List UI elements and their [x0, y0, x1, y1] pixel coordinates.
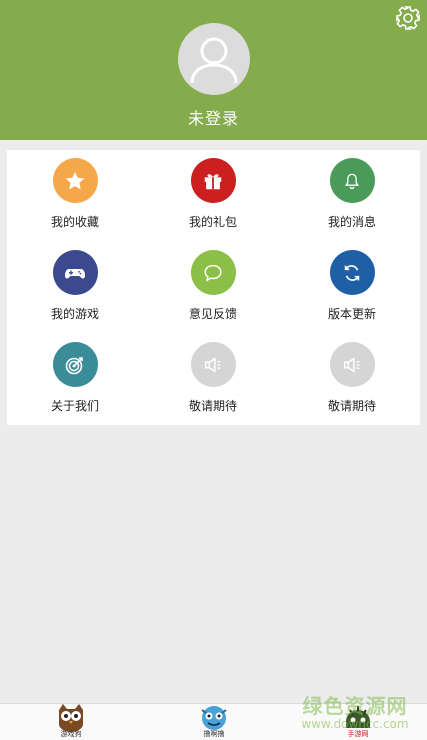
gift-icon [190, 158, 236, 203]
menu-item-label: 敬请期待 [188, 399, 237, 413]
chat-bubble-icon [190, 250, 236, 295]
blue-mascot-icon [201, 706, 227, 730]
tab-youxigou[interactable]: 游戏狗 [51, 704, 91, 740]
login-status[interactable]: 未登录 [0, 105, 427, 129]
menu-grid: 我的收藏 我的礼包 我的消息 我的游戏 意见反馈 版本更新 关于我们 敬请期待 … [7, 150, 420, 425]
bell-icon [329, 158, 375, 203]
refresh-icon [329, 250, 375, 295]
profile-header: 未登录 [0, 0, 427, 140]
bottom-tab-bar: 游戏狗 撸啊撸 手游网 [0, 703, 427, 740]
menu-item-label: 意见反馈 [188, 307, 237, 321]
target-icon [52, 342, 98, 387]
menu-item-games[interactable]: 我的游戏 [15, 250, 135, 338]
owl-mascot-icon [59, 704, 83, 732]
menu-item-about[interactable]: 关于我们 [15, 342, 135, 430]
avatar[interactable] [178, 23, 250, 95]
user-silhouette-icon [190, 37, 238, 84]
speaker-icon [190, 342, 236, 387]
menu-item-gifts[interactable]: 我的礼包 [153, 158, 273, 246]
tab-shouyouwang[interactable]: 手游网 [338, 704, 378, 740]
menu-item-coming-soon[interactable]: 敬请期待 [153, 342, 273, 430]
tab-label: 手游网 [347, 730, 369, 738]
menu-item-feedback[interactable]: 意见反馈 [153, 250, 273, 338]
menu-item-favorites[interactable]: 我的收藏 [15, 158, 135, 246]
speaker-icon [329, 342, 375, 387]
menu-item-label: 我的收藏 [50, 215, 99, 229]
gamepad-icon [52, 250, 98, 295]
menu-item-label: 版本更新 [327, 307, 376, 321]
menu-item-label: 我的礼包 [188, 215, 237, 229]
tab-label: 游戏狗 [60, 730, 82, 738]
tab-label: 撸啊撸 [203, 730, 225, 738]
tab-luaalu[interactable]: 撸啊撸 [194, 704, 234, 740]
menu-item-messages[interactable]: 我的消息 [292, 158, 412, 246]
green-mascot-icon [346, 706, 370, 728]
menu-item-label: 我的游戏 [50, 307, 99, 321]
menu-item-label: 关于我们 [50, 399, 99, 413]
menu-item-coming-soon[interactable]: 敬请期待 [292, 342, 412, 430]
gear-icon[interactable] [395, 5, 421, 31]
menu-item-update[interactable]: 版本更新 [292, 250, 412, 338]
star-icon [52, 158, 98, 203]
menu-item-label: 我的消息 [327, 215, 376, 229]
menu-item-label: 敬请期待 [327, 399, 376, 413]
